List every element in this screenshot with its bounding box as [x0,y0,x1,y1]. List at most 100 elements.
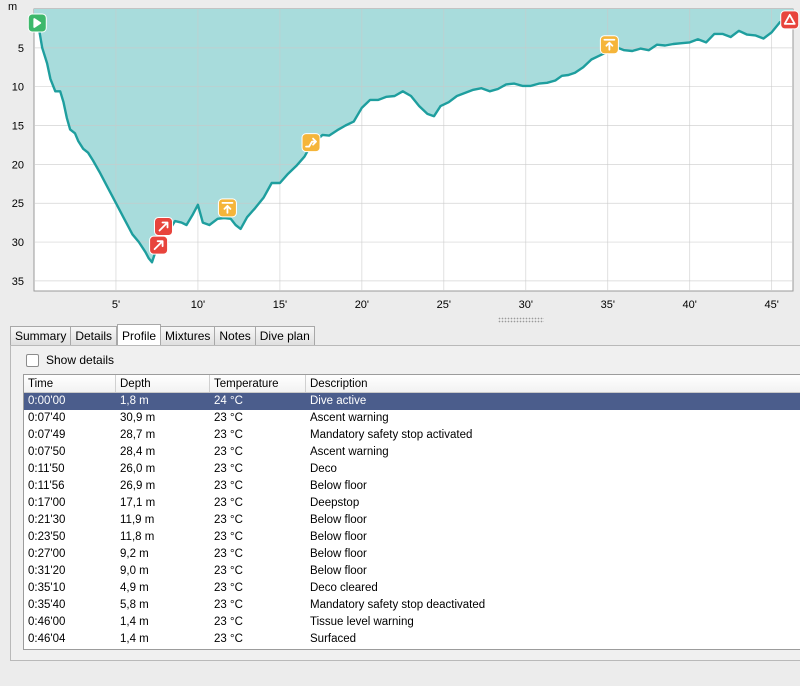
ascent-warning-icon[interactable] [154,217,174,237]
tab-mixtures[interactable]: Mixtures [161,326,216,346]
table-row[interactable]: 0:35'40 5,8 m 23 °C Mandatory safety stop d… [24,597,800,614]
tab-details[interactable]: Details [71,326,118,346]
table-body[interactable]: 0:00'00 1,8 m 24 °C Dive active 0:07'40 30,9 … [24,393,800,648]
x-tick-label: 15' [273,299,287,311]
cell-temperature: 23 °C [214,463,243,475]
deepstop-icon[interactable] [301,133,321,153]
table-row[interactable]: 0:11'50 26,0 m 23 °C Deco [24,461,800,478]
cell-description: Deco [310,463,337,475]
surfaced-warning-icon[interactable] [780,10,800,30]
cell-description: Below floor [310,514,367,526]
cell-time: 0:35'10 [28,582,66,594]
cell-temperature: 23 °C [214,633,243,645]
cell-depth: 5,8 m [120,599,149,611]
cell-description: Deco cleared [310,582,378,594]
table-row[interactable]: 0:11'56 26,9 m 23 °C Below floor [24,478,800,495]
x-tick-label: 40' [683,299,697,311]
cell-description: Deepstop [310,497,360,509]
table-row[interactable]: 0:17'00 17,1 m 23 °C Deepstop [24,495,800,512]
cell-temperature: 23 °C [214,446,243,458]
cell-depth: 9,2 m [120,548,149,560]
ascent-warning-icon[interactable] [149,235,169,255]
y-axis-unit-label: m [8,1,17,13]
cell-temperature: 23 °C [214,565,243,577]
table-row[interactable]: 0:21'30 11,9 m 23 °C Below floor [24,512,800,529]
y-tick-label: 35 [12,276,24,288]
cell-description: Dive active [310,395,367,407]
cell-description: Below floor [310,531,367,543]
cell-time: 0:07'49 [28,429,66,441]
pane-splitter[interactable] [498,317,544,323]
table-row[interactable]: 0:31'20 9,0 m 23 °C Below floor [24,563,800,580]
cell-description: Ascent warning [310,446,389,458]
x-tick-label: 10' [191,299,205,311]
cell-time: 0:11'56 [28,480,65,492]
cell-depth: 26,9 m [120,480,156,492]
dive-start-icon[interactable] [27,13,47,33]
y-tick-label: 15 [12,121,24,133]
cell-description: Below floor [310,548,367,560]
column-header-description[interactable]: Description [306,375,800,392]
table-row[interactable]: 0:07'49 28,7 m 23 °C Mandatory safety stop … [24,427,800,444]
dive-profile-svg[interactable]: m 5 10 15 20 25 30 35 5' 10' 15' 20' 25' 30' 35' 40' 45' [0,0,800,322]
cell-description: Surfaced [310,633,357,645]
cell-depth: 28,7 m [120,429,156,441]
show-details-checkbox[interactable]: Show details [26,352,114,368]
table-row[interactable]: 0:46'00 1,4 m 23 °C Tissue level warning [24,614,800,631]
cell-time: 0:46'00 [28,616,66,628]
y-tick-label: 10 [12,82,24,94]
tab-profile[interactable]: Profile [117,324,162,345]
cell-temperature: 23 °C [214,582,243,594]
table-row[interactable]: 0:35'10 4,9 m 23 °C Deco cleared [24,580,800,597]
x-tick-label: 25' [437,299,451,311]
cell-depth: 4,9 m [120,582,149,594]
table-row[interactable]: 0:00'00 1,8 m 24 °C Dive active [24,393,800,410]
y-tick-label: 30 [12,237,24,249]
dive-profile-chart[interactable]: m 5 10 15 20 25 30 35 5' 10' 15' 20' 25' 30' 35' 40' 45' [0,0,800,322]
cell-time: 0:00'00 [28,395,66,407]
deco-stop-icon[interactable] [217,198,237,218]
checkbox-box[interactable] [26,353,39,367]
cell-temperature: 23 °C [214,429,243,441]
cell-depth: 1,4 m [120,616,149,628]
table-row[interactable]: 0:07'40 30,9 m 23 °C Ascent warning [24,410,800,427]
events-table[interactable]: Time Depth Temperature Description 0:00'00 1… [23,374,800,650]
cell-temperature: 23 °C [214,412,243,424]
cell-time: 0:46'04 [28,633,66,645]
tab-bar: Summary Details Profile Mixtures Notes Dive p… [10,324,315,346]
table-header: Time Depth Temperature Description [24,375,800,393]
tab-dive-plan[interactable]: Dive plan [255,326,315,346]
cell-depth: 30,9 m [120,412,156,424]
y-tick-label: 5 [18,43,24,55]
cell-temperature: 23 °C [214,480,243,492]
column-header-depth[interactable]: Depth [116,375,210,392]
table-row[interactable]: 0:07'50 28,4 m 23 °C Ascent warning [24,444,800,461]
x-tick-label: 45' [765,299,779,311]
column-header-temperature[interactable]: Temperature [210,375,306,392]
cell-temperature: 23 °C [214,497,243,509]
table-row[interactable]: 0:27'00 9,2 m 23 °C Below floor [24,546,800,563]
tab-notes[interactable]: Notes [215,326,256,346]
y-tick-label: 25 [12,198,24,210]
cell-description: Mandatory safety stop deactivated [310,599,486,611]
column-header-time[interactable]: Time [24,375,116,392]
cell-time: 0:11'50 [28,463,65,475]
cell-depth: 1,8 m [120,395,149,407]
table-row[interactable]: 0:46'04 1,4 m 23 °C Surfaced [24,631,800,648]
cell-time: 0:07'50 [28,446,66,458]
x-tick-label: 20' [355,299,369,311]
cell-temperature: 24 °C [214,395,243,407]
cell-temperature: 23 °C [214,548,243,560]
cell-depth: 17,1 m [120,497,156,509]
cell-time: 0:07'40 [28,412,66,424]
deco-cleared-icon[interactable] [599,35,619,55]
cell-description: Tissue level warning [310,616,414,628]
table-row[interactable]: 0:23'50 11,8 m 23 °C Below floor [24,529,800,546]
cell-time: 0:23'50 [28,531,66,543]
cell-description: Below floor [310,565,367,577]
cell-description: Mandatory safety stop activated [310,429,473,441]
cell-depth: 26,0 m [120,463,156,475]
x-tick-label: 35' [601,299,615,311]
tab-summary[interactable]: Summary [10,326,72,346]
cell-depth: 1,4 m [120,633,149,645]
